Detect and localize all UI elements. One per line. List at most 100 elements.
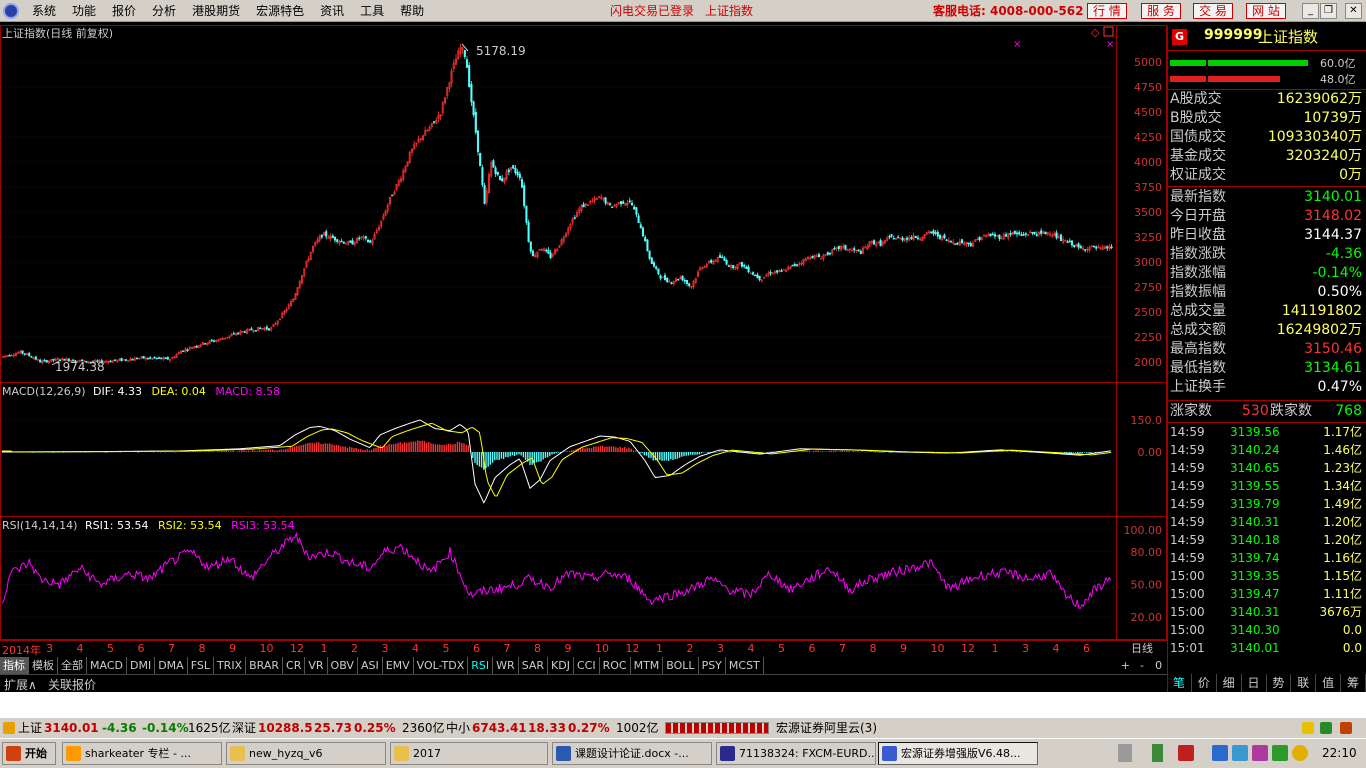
indicator-tab[interactable]: SAR	[519, 657, 549, 674]
indicator-tab[interactable]: VR	[305, 657, 328, 674]
indicator-tab[interactable]: CR	[283, 657, 306, 674]
quote-tab[interactable]: 价	[1192, 674, 1217, 692]
zoom-in-button[interactable]: +	[1117, 657, 1134, 674]
indicator-tab[interactable]: ROC	[600, 657, 631, 674]
rsi3-value: 53.54	[263, 519, 295, 532]
indicator-tab[interactable]: OBV	[328, 657, 358, 674]
menu-item[interactable]: 工具	[352, 0, 392, 22]
period-label[interactable]: 日线	[1117, 640, 1167, 657]
restore-icon[interactable]: ❐	[1320, 3, 1337, 19]
clock[interactable]: 22:10	[1322, 746, 1357, 760]
related-quote-tab[interactable]: 关联报价	[48, 676, 96, 693]
kline-chart[interactable]: 5000475045004250400037503500325030002750…	[0, 22, 1167, 657]
app-logo-icon[interactable]	[3, 3, 19, 19]
indicator-tab[interactable]: RSI	[468, 657, 494, 674]
app-window: 系统 功能 报价 分析 港股期货 宏源特色 资讯 工具 帮助 闪电交易已登录 上证指数 客服电话…	[0, 0, 1366, 768]
candle-body	[113, 359, 117, 361]
indicator-tab[interactable]: MCST	[726, 657, 764, 674]
tick-time: 14:59	[1170, 533, 1205, 547]
tick-row: 15:00 3140.31 3676万	[1170, 603, 1364, 621]
menu-item[interactable]: 宏源特色	[248, 0, 312, 22]
candle-body	[1079, 246, 1082, 249]
taskbar-item[interactable]: 宏源证券增强版V6.48...	[878, 742, 1038, 765]
indicator-tab[interactable]: MACD	[87, 657, 127, 674]
indicator-tab[interactable]: ASI	[358, 657, 383, 674]
indicator-tab[interactable]: KDJ	[548, 657, 574, 674]
sh-label[interactable]: 上证	[18, 718, 42, 738]
candle-body	[930, 231, 933, 234]
close-icon[interactable]: ✕	[1345, 3, 1362, 19]
taskbar-item[interactable]: 2017	[390, 742, 548, 765]
candle-body	[936, 231, 939, 237]
menu-item[interactable]: 资讯	[312, 0, 352, 22]
battery-icon[interactable]	[1152, 744, 1163, 762]
minimize-icon[interactable]: _	[1302, 3, 1319, 19]
tick-time: 15:00	[1170, 623, 1205, 637]
status-icon[interactable]	[1302, 722, 1314, 734]
indicator-tab[interactable]: FSL	[188, 657, 214, 674]
indicator-tab[interactable]: BOLL	[663, 657, 699, 674]
taskbar-item[interactable]: 71138324: FXCM-EURD...	[716, 742, 876, 765]
indicator-tab[interactable]: BRAR	[246, 657, 284, 674]
status-icon[interactable]	[1320, 722, 1332, 734]
expand-tab[interactable]: 扩展∧	[4, 676, 37, 693]
status-icon[interactable]	[1340, 722, 1352, 734]
menu-item[interactable]: 港股期货	[184, 0, 248, 22]
indicator-tab[interactable]: VOL-TDX	[414, 657, 469, 674]
menu-item[interactable]: 功能	[64, 0, 104, 22]
quote-tab[interactable]: 筹	[1341, 674, 1366, 692]
indicator-tab[interactable]: EMV	[383, 657, 414, 674]
menu-item[interactable]: 帮助	[392, 0, 432, 22]
diamond-icon[interactable]: ◇	[1091, 26, 1100, 39]
quote-tab[interactable]: 笔	[1167, 674, 1192, 692]
indicator-tab[interactable]: TRIX	[214, 657, 247, 674]
start-button[interactable]: 开始	[2, 742, 56, 765]
tray-icon[interactable]	[1232, 745, 1248, 761]
candle-body	[998, 234, 1001, 239]
quote-tab[interactable]: 日	[1242, 674, 1267, 692]
zoom-reset-button[interactable]: 0	[1150, 657, 1167, 674]
indicator-tab[interactable]: 指标	[0, 657, 29, 674]
tray-icon[interactable]	[1292, 745, 1308, 761]
panel-toggle-icon[interactable]	[1103, 26, 1114, 37]
indicator-tab[interactable]: DMA	[155, 657, 188, 674]
website-button[interactable]: 网 站	[1246, 3, 1286, 19]
quote-tab[interactable]: 联	[1291, 674, 1317, 692]
keyboard-icon[interactable]	[1118, 744, 1132, 762]
quote-tab[interactable]: 值	[1316, 674, 1342, 692]
index-link[interactable]: 上证指数	[705, 0, 753, 22]
taskbar-item[interactable]: 课题设计论证.docx -...	[552, 742, 712, 765]
tray-icon[interactable]	[1272, 745, 1288, 761]
menu-item[interactable]: 系统	[24, 0, 64, 22]
candle-body	[657, 268, 660, 275]
zoom-out-button[interactable]: -	[1134, 657, 1151, 674]
quote-tab[interactable]: 势	[1267, 674, 1292, 692]
tray-icon[interactable]	[1178, 745, 1194, 761]
indicator-tab[interactable]: 全部	[58, 657, 87, 674]
indicator-tab[interactable]: WR	[493, 657, 519, 674]
menu-item[interactable]: 分析	[144, 0, 184, 22]
quote-tab[interactable]: 细	[1217, 674, 1242, 692]
rsi-header: RSI(14,14,14) RSI1: 53.54 RSI2: 53.54 RS…	[2, 519, 295, 532]
indicator-tab[interactable]: MTM	[631, 657, 664, 674]
tray-icon[interactable]	[1252, 745, 1268, 761]
candle-body	[259, 327, 262, 330]
sz-label[interactable]: 深证	[232, 718, 256, 738]
service-button[interactable]: 服 务	[1141, 3, 1181, 19]
trade-button[interactable]: 交 易	[1193, 3, 1233, 19]
taskbar-item[interactable]: sharkeater 专栏 - ...	[62, 742, 222, 765]
indicator-tab[interactable]: 模板	[29, 657, 58, 674]
indicator-tab[interactable]: CCI	[574, 657, 600, 674]
taskbar-item[interactable]: new_hyzq_v6	[226, 742, 386, 765]
signal-meter	[665, 722, 769, 734]
zx-label[interactable]: 中小	[446, 718, 470, 738]
indicator-tab[interactable]: DMI	[127, 657, 156, 674]
tray-icon[interactable]	[1212, 745, 1228, 761]
candle-body	[243, 331, 246, 333]
time-axis-month: 6	[473, 642, 480, 655]
candle-body	[960, 239, 964, 244]
menu-item[interactable]: 报价	[104, 0, 144, 22]
market-button[interactable]: 行 情	[1087, 3, 1127, 19]
dea-line	[2, 422, 1111, 497]
indicator-tab[interactable]: PSY	[699, 657, 726, 674]
